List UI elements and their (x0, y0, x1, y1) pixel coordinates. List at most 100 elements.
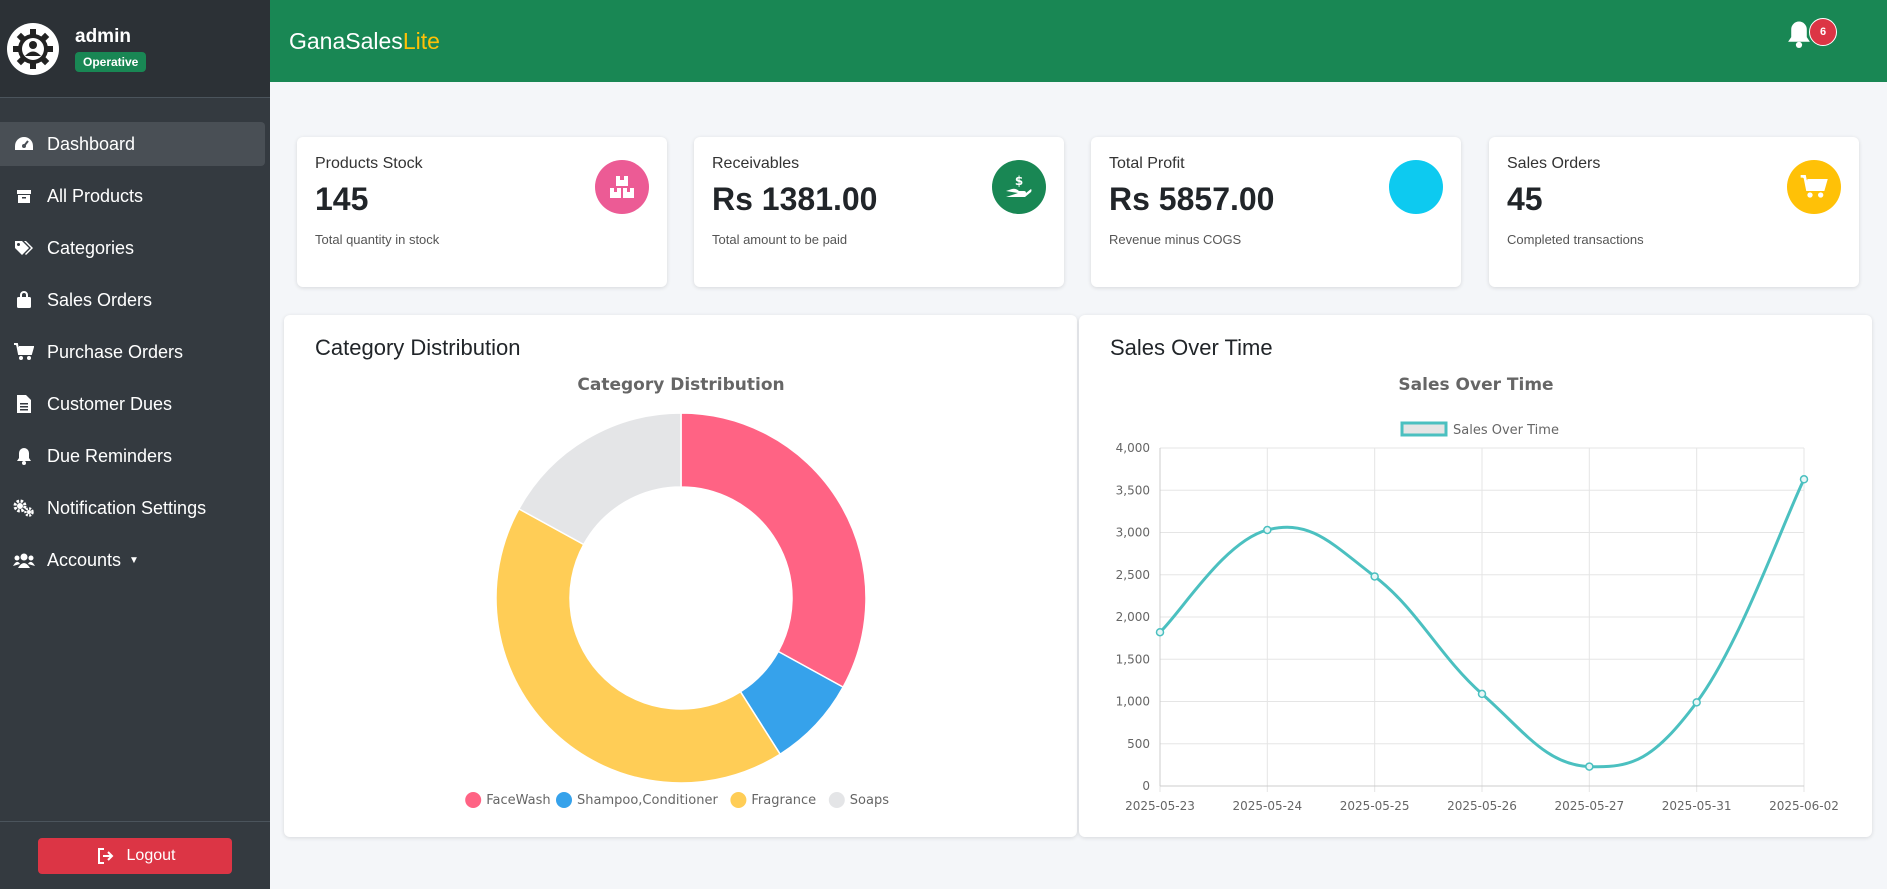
stat-subtitle: Revenue minus COGS (1109, 232, 1242, 247)
bell-icon (13, 445, 35, 467)
x-tick-label: 2025-05-31 (1662, 799, 1732, 813)
legend-swatch (556, 792, 572, 808)
x-tick-label: 2025-05-25 (1340, 799, 1410, 813)
sidebar-item-label: Notification Settings (47, 497, 207, 518)
x-tick-label: 2025-06-02 (1769, 799, 1839, 813)
shopping-cart-icon (1787, 160, 1841, 214)
sidebar-item-label: All Products (47, 185, 144, 206)
y-tick-label: 1,500 (1116, 652, 1150, 666)
stat-title: Total Profit (1109, 155, 1185, 172)
y-tick-label: 2,000 (1116, 610, 1150, 624)
stat-subtitle: Total amount to be paid (712, 232, 848, 247)
brand-main: GanaSales (289, 27, 403, 54)
status-badge: Operative (75, 51, 147, 72)
sidebar-item-accounts[interactable]: Accounts ▼ (0, 538, 265, 582)
legend-swatch (828, 792, 845, 808)
sidebar-item-label: Accounts (47, 549, 122, 570)
x-tick-label: 2025-05-23 (1125, 799, 1195, 813)
x-tick-label: 2025-05-24 (1232, 799, 1302, 813)
data-point (1692, 698, 1701, 707)
boxes-icon (595, 160, 649, 214)
stat-card-total-profit: Total Profit Rs 5857.00 Revenue minus CO… (1091, 137, 1461, 287)
x-tick-label: 2025-05-27 (1554, 799, 1624, 813)
y-tick-label: 3,000 (1116, 526, 1150, 540)
stat-subtitle: Completed transactions (1507, 232, 1644, 247)
sidebar-item-label: Due Reminders (47, 445, 173, 466)
legend-label: Sales Over Time (1453, 423, 1559, 438)
x-tick-label: 2025-05-26 (1447, 799, 1517, 813)
tachometer-icon (13, 133, 35, 155)
sidebar-item-all-products[interactable]: All Products (0, 174, 265, 218)
data-point (1263, 525, 1272, 535)
sidebar-nav: Dashboard All Products Categories Sales … (0, 122, 270, 582)
sales-over-time-card: Sales Over Time Sales Over Time Sales Ove… (1079, 315, 1872, 837)
stat-title: Receivables (712, 155, 800, 172)
stat-title: Products Stock (315, 155, 423, 172)
logout-button[interactable]: Logout (38, 837, 232, 874)
users-icon (13, 549, 35, 571)
sidebar-item-label: Purchase Orders (47, 341, 184, 362)
data-point (1799, 475, 1809, 484)
shopping-bag-icon (13, 289, 35, 311)
user-panel: admin Operative (0, 0, 270, 98)
y-tick-label: 1,000 (1116, 695, 1150, 709)
chart-icon (1389, 160, 1443, 214)
cogs-icon (13, 497, 35, 519)
tags-icon (13, 237, 35, 259)
chart-title: Sales Over Time (1398, 375, 1553, 395)
sidebar-item-categories[interactable]: Categories (0, 226, 265, 270)
data-point (1155, 627, 1165, 637)
sidebar-footer: Logout (0, 821, 270, 889)
sign-out-icon (95, 845, 117, 867)
y-tick-label: 4,000 (1116, 441, 1150, 455)
sidebar-item-due-reminders[interactable]: Due Reminders (0, 434, 265, 478)
shopping-cart-icon (13, 341, 35, 363)
data-point (1585, 762, 1594, 771)
category-distribution-card: Category Distribution Category Distribut… (284, 315, 1077, 837)
sidebar-item-dashboard[interactable]: Dashboard (0, 122, 265, 166)
doughnut-chart: Category Distribution FaceWash Shampoo,Con… (465, 375, 889, 808)
user-name: admin (75, 25, 131, 47)
avatar[interactable] (7, 22, 59, 75)
doughnut-slice-facewash (680, 412, 867, 689)
data-point (1477, 689, 1487, 699)
legend-swatch (1400, 421, 1448, 437)
y-tick-label: 500 (1127, 737, 1150, 751)
legend-label: Fragrance (751, 793, 816, 808)
sidebar-item-sales-orders[interactable]: Sales Orders (0, 278, 265, 322)
sidebar-item-notification-settings[interactable]: Notification Settings (0, 486, 265, 530)
data-point (1370, 572, 1379, 581)
sidebar-item-customer-dues[interactable]: Customer Dues (0, 382, 265, 426)
y-tick-label: 2,500 (1116, 568, 1150, 582)
legend-swatch (730, 792, 747, 808)
sidebar-item-label: Customer Dues (47, 393, 173, 414)
stat-card-products-stock: Products Stock 145 Total quantity in sto… (297, 137, 667, 287)
legend-swatch (465, 792, 482, 808)
file-invoice-icon (13, 393, 35, 415)
caret-down-icon: ▼ (129, 554, 139, 566)
sidebar-item-label: Categories (47, 237, 135, 258)
user-gear-icon (11, 26, 55, 71)
brand-logo[interactable]: GanaSalesLite (289, 28, 440, 55)
hand-dollar-icon: $ (992, 160, 1046, 214)
legend-label: FaceWash (486, 793, 550, 808)
y-tick-label: 0 (1142, 779, 1150, 793)
bell-icon (1788, 21, 1810, 48)
sidebar-item-label: Sales Orders (47, 289, 153, 310)
stat-card-sales-orders: Sales Orders 45 Completed transactions (1489, 137, 1859, 287)
top-header: GanaSalesLite 6 (270, 0, 1887, 82)
legend-label: Soaps (850, 793, 889, 808)
sidebar-item-purchase-orders[interactable]: Purchase Orders (0, 330, 265, 374)
doughnut-slice-fragrance (495, 507, 782, 784)
chart-title: Category Distribution (577, 375, 784, 395)
y-tick-label: 3,500 (1116, 483, 1150, 497)
svg-text:$: $ (1015, 174, 1023, 188)
legend-label: Shampoo,Conditioner (577, 793, 718, 808)
brand-accent: Lite (402, 27, 440, 54)
sidebar-item-label: Dashboard (47, 133, 136, 154)
sidebar: admin Operative Dashboard All Products C… (0, 0, 270, 889)
logout-label: Logout (126, 846, 176, 864)
stat-subtitle: Total quantity in stock (315, 232, 440, 247)
stat-title: Sales Orders (1507, 155, 1601, 172)
line-chart: Sales Over Time Sales Over Time 0 500 1,000 1… (1116, 375, 1839, 813)
